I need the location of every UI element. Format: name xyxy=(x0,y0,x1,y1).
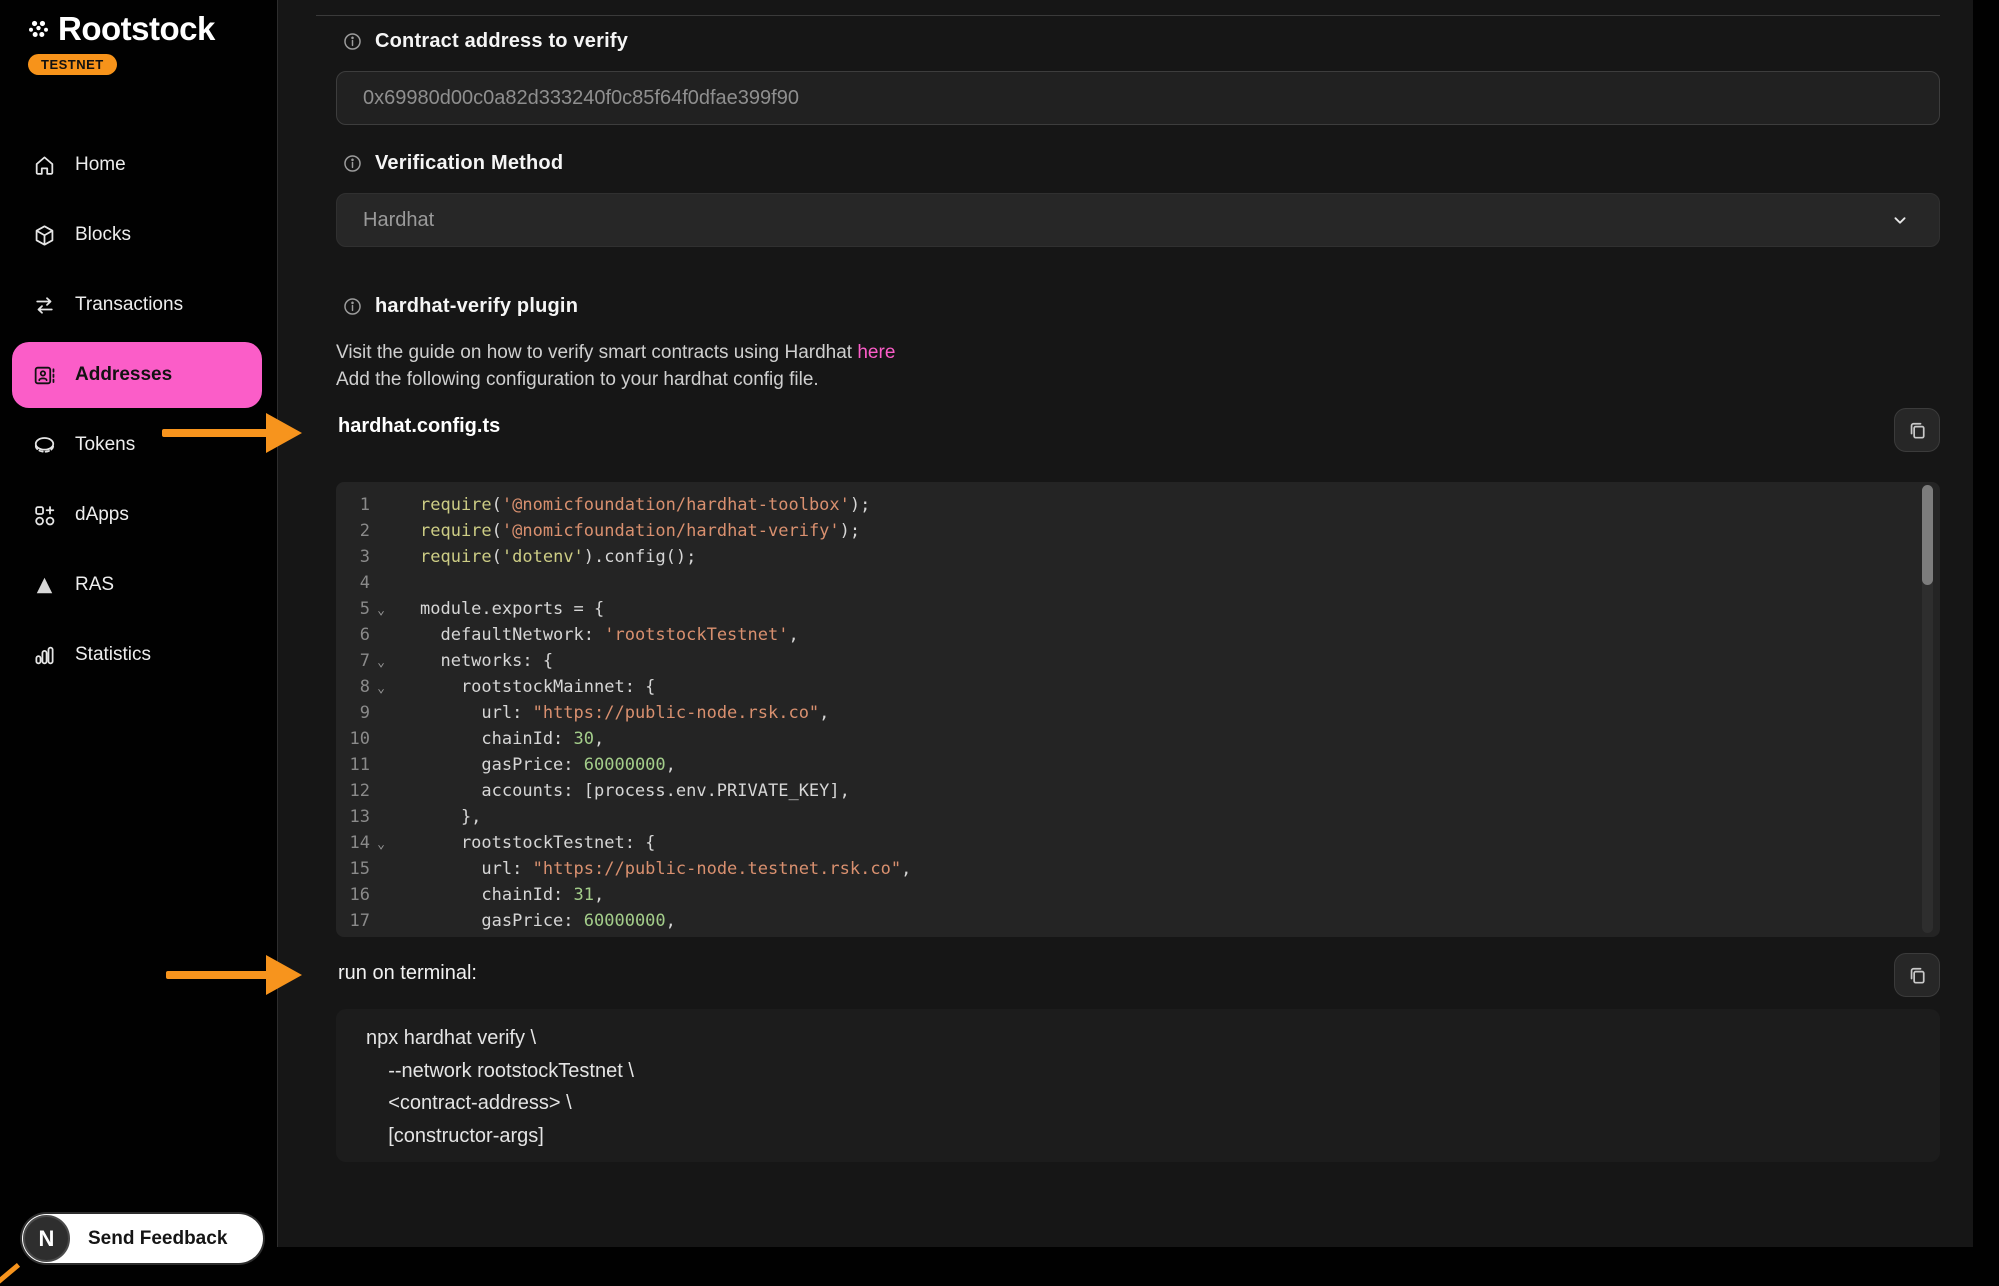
sidebar-item-home[interactable]: Home xyxy=(12,132,262,198)
code-line: 5⌄module.exports = { xyxy=(336,596,1940,622)
info-icon[interactable] xyxy=(342,31,363,52)
sidebar-item-blocks[interactable]: Blocks xyxy=(12,202,262,268)
plugin-title-row: hardhat-verify plugin xyxy=(342,295,578,318)
terminal-line: <contract-address> \ xyxy=(366,1087,1940,1120)
swap-arrows-icon xyxy=(32,293,57,318)
copy-config-button[interactable] xyxy=(1894,408,1940,452)
code-line: 14⌄ rootstockTestnet: { xyxy=(336,830,1940,856)
sidebar-item-label: RAS xyxy=(75,574,114,596)
contract-address-input[interactable] xyxy=(336,71,1940,125)
guide-here-link[interactable]: here xyxy=(857,342,895,363)
plugin-title: hardhat-verify plugin xyxy=(375,295,578,318)
info-icon[interactable] xyxy=(342,153,363,174)
code-line: 8⌄ rootstockMainnet: { xyxy=(336,674,1940,700)
verification-method-label-row: Verification Method xyxy=(342,152,563,175)
code-line: 4 xyxy=(336,570,1940,596)
code-line: 17 gasPrice: 60000000, xyxy=(336,908,1940,934)
terminal-line: npx hardhat verify \ xyxy=(366,1022,1940,1055)
config-filename: hardhat.config.ts xyxy=(338,415,500,438)
chevron-down-icon xyxy=(1889,209,1911,231)
code-line: 7⌄ networks: { xyxy=(336,648,1940,674)
guide-text: Visit the guide on how to verify smart c… xyxy=(336,342,895,364)
code-line: 12 accounts: [process.env.PRIVATE_KEY], xyxy=(336,778,1940,804)
contract-address-label-row: Contract address to verify xyxy=(342,30,628,53)
verification-method-value: Hardhat xyxy=(363,209,434,232)
code-line: 1require('@nomicfoundation/hardhat-toolb… xyxy=(336,492,1940,518)
guide-text-body: Visit the guide on how to verify smart c… xyxy=(336,342,852,363)
code-line: 6 defaultNetwork: 'rootstockTestnet', xyxy=(336,622,1940,648)
coin-icon xyxy=(32,433,57,458)
code-scrollbar-track[interactable] xyxy=(1922,485,1933,933)
sidebar-item-dapps[interactable]: dApps xyxy=(12,482,262,548)
annotation-arrow-terminal xyxy=(166,955,304,995)
code-line: 13 }, xyxy=(336,804,1940,830)
sidebar-item-label: Blocks xyxy=(75,224,131,246)
feedback-avatar: N xyxy=(23,1215,70,1262)
sidebar-item-statistics[interactable]: Statistics xyxy=(12,622,262,688)
sidebar-item-addresses[interactable]: Addresses xyxy=(12,342,262,408)
info-icon[interactable] xyxy=(342,296,363,317)
contact-card-icon xyxy=(32,363,57,388)
contract-address-label: Contract address to verify xyxy=(375,30,628,53)
copy-terminal-button[interactable] xyxy=(1894,953,1940,997)
send-feedback-button[interactable]: N Send Feedback xyxy=(22,1214,263,1263)
verification-method-label: Verification Method xyxy=(375,152,563,175)
terminal-line: --network rootstockTestnet \ xyxy=(366,1055,1940,1088)
config-code-block: 1require('@nomicfoundation/hardhat-toolb… xyxy=(336,482,1940,937)
code-line: 10 chainId: 30, xyxy=(336,726,1940,752)
code-line: 9 url: "https://public-node.rsk.co", xyxy=(336,700,1940,726)
code-scrollbar-thumb[interactable] xyxy=(1922,485,1933,585)
sidebar: Rootstock TESTNET Home Blocks Transactio… xyxy=(0,0,277,1284)
testnet-badge: TESTNET xyxy=(28,54,117,75)
copy-icon xyxy=(1906,964,1929,987)
verification-method-select[interactable]: Hardhat xyxy=(336,193,1940,247)
annotation-arrow-config xyxy=(162,413,302,453)
code-block-lines: 1require('@nomicfoundation/hardhat-toolb… xyxy=(336,492,1940,937)
sidebar-item-ras[interactable]: RAS xyxy=(12,552,262,618)
code-line: 16 chainId: 31, xyxy=(336,882,1940,908)
terminal-label: run on terminal: xyxy=(338,962,477,985)
terminal-line: [constructor-args] xyxy=(366,1120,1940,1153)
main-panel: Contract address to verify Verification … xyxy=(277,0,1973,1247)
terminal-command-block: npx hardhat verify \ --network rootstock… xyxy=(336,1009,1940,1162)
sidebar-item-label: Addresses xyxy=(75,364,172,386)
rootstock-logo-icon xyxy=(26,17,51,42)
code-line: 15 url: "https://public-node.testnet.rsk… xyxy=(336,856,1940,882)
sidebar-item-label: Tokens xyxy=(75,434,135,456)
sidebar-item-label: dApps xyxy=(75,504,129,526)
sidebar-item-label: Transactions xyxy=(75,294,183,316)
sidebar-item-label: Statistics xyxy=(75,644,151,666)
home-icon xyxy=(32,153,57,178)
grid-plus-icon xyxy=(32,503,57,528)
sidebar-item-transactions[interactable]: Transactions xyxy=(12,272,262,338)
brand[interactable]: Rootstock TESTNET xyxy=(26,10,215,75)
cube-icon xyxy=(32,223,57,248)
config-instruction: Add the following configuration to your … xyxy=(336,369,819,391)
triangle-icon xyxy=(32,573,57,598)
sidebar-item-label: Home xyxy=(75,154,126,176)
code-line: 11 gasPrice: 60000000, xyxy=(336,752,1940,778)
code-line: 3require('dotenv').config(); xyxy=(336,544,1940,570)
feedback-label: Send Feedback xyxy=(88,1228,227,1250)
code-line: 2require('@nomicfoundation/hardhat-verif… xyxy=(336,518,1940,544)
brand-name: Rootstock xyxy=(58,10,215,48)
bar-chart-icon xyxy=(32,643,57,668)
code-line: 18 accounts: [process.env.PRIVATE_KEY], xyxy=(336,934,1940,937)
top-divider xyxy=(316,15,1940,16)
copy-icon xyxy=(1906,419,1929,442)
